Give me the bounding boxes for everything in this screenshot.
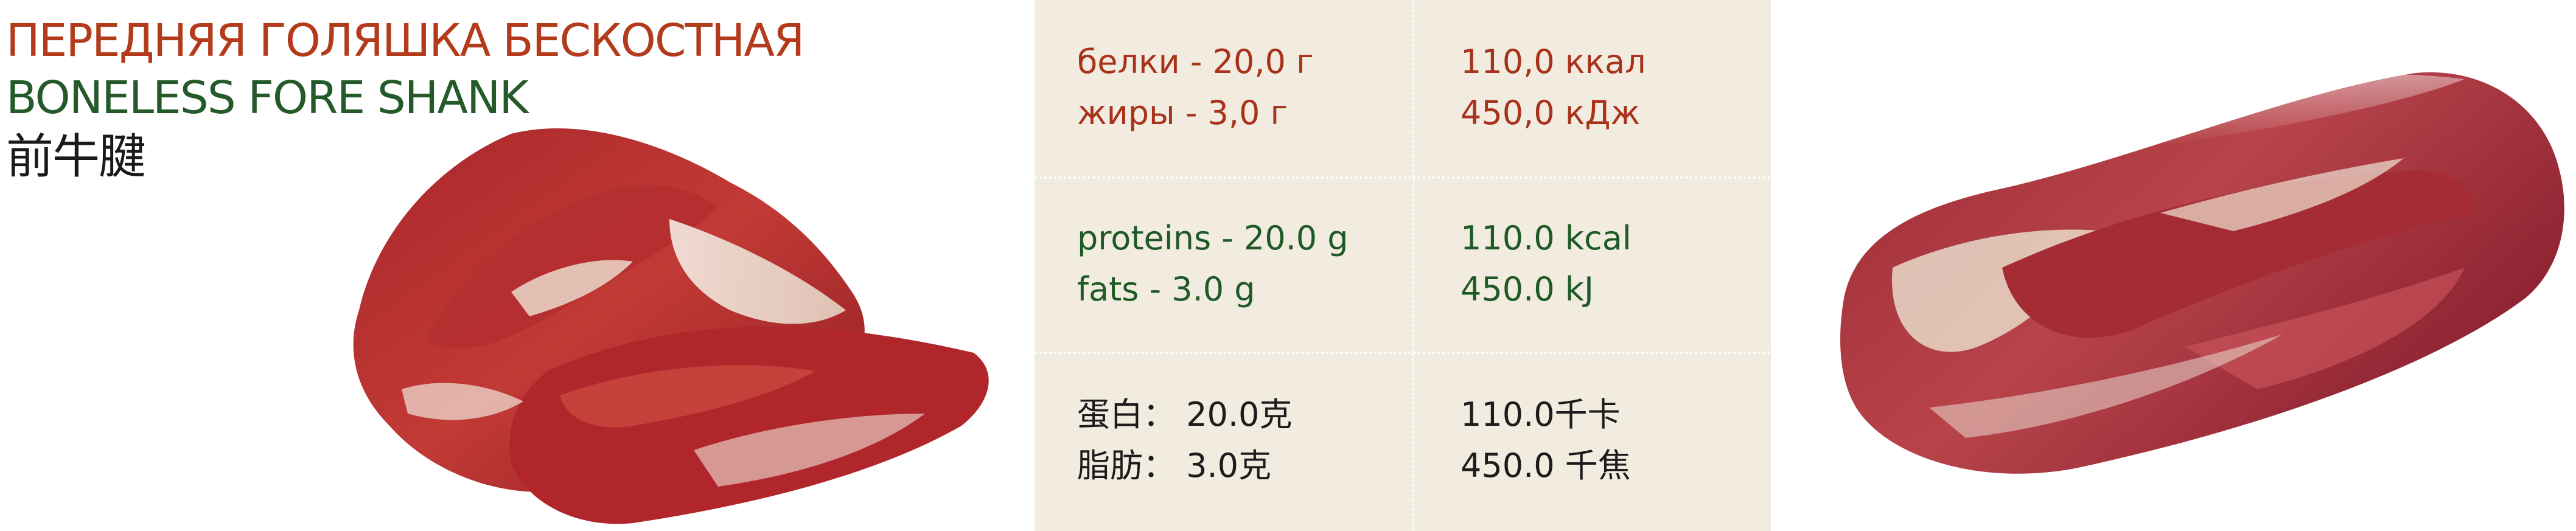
en-kcal: 110.0 kcal — [1461, 219, 1632, 257]
vacuum-pack-illustration — [1840, 72, 2564, 474]
en-macros: proteins - 20.0 g fats - 3.0 g — [1077, 213, 1349, 315]
en-energy: 110.0 kcal 450.0 kJ — [1461, 213, 1632, 315]
title-russian: ПЕРЕДНЯЯ ГОЛЯШКА БЕСКОСТНАЯ — [6, 15, 805, 67]
ru-energy: 110,0 ккал 450,0 кДж — [1461, 36, 1646, 139]
row-divider-2 — [1035, 352, 1771, 354]
ru-fats: жиры - 3,0 г — [1077, 94, 1288, 132]
cn-kj: 450.0 千焦 — [1461, 446, 1631, 485]
nutrition-panel: белки - 20,0 г жиры - 3,0 г 110,0 ккал 4… — [1035, 0, 1771, 531]
cn-kcal: 110.0千卡 — [1461, 395, 1621, 434]
cn-proteins: 蛋白： 20.0克 — [1077, 395, 1293, 434]
title-chinese: 前牛腱 — [6, 130, 146, 184]
title-english: BONELESS FORE SHANK — [6, 72, 529, 124]
en-fats: fats - 3.0 g — [1077, 270, 1255, 308]
ru-macros: белки - 20,0 г жиры - 3,0 г — [1077, 36, 1313, 139]
product-title-block: ПЕРЕДНЯЯ ГОЛЯШКА БЕСКОСТНАЯ BONELESS FOR… — [6, 12, 919, 187]
meat-photo-right — [1820, 67, 2574, 481]
ru-kcal: 110,0 ккал — [1461, 43, 1646, 81]
row-divider-1 — [1035, 176, 1771, 179]
column-divider — [1412, 0, 1414, 531]
cn-fats: 脂肪： 3.0克 — [1077, 446, 1272, 485]
en-kj: 450.0 kJ — [1461, 270, 1594, 308]
ru-proteins: белки - 20,0 г — [1077, 43, 1314, 81]
en-proteins: proteins - 20.0 g — [1077, 219, 1349, 257]
ru-kj: 450,0 кДж — [1461, 94, 1641, 132]
cn-energy: 110.0千卡 450.0 千焦 — [1461, 389, 1631, 491]
cn-macros: 蛋白： 20.0克 脂肪： 3.0克 — [1077, 389, 1292, 491]
